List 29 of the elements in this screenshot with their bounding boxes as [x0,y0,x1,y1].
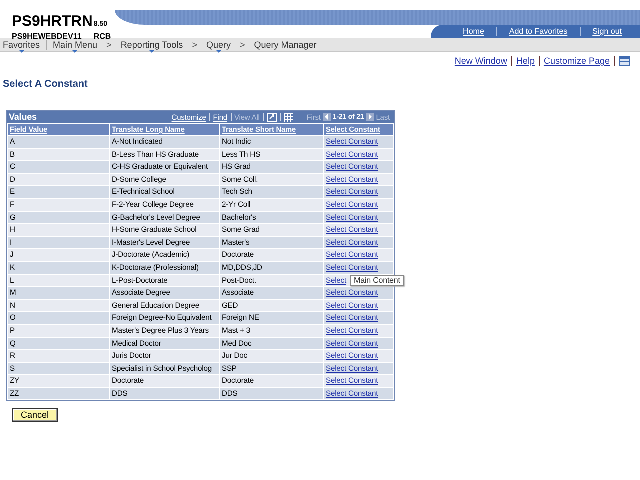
zoom-icon[interactable] [266,112,277,122]
page-link[interactable]: Help [516,56,535,66]
dropdown-icon [18,50,24,52]
user-id: RCB [94,32,112,41]
page-title: Select A Constant [3,79,89,90]
breadcrumb-separator: > [192,40,198,50]
cancel-button[interactable]: Cancel [12,408,58,422]
menu-item[interactable]: Main Menu [53,40,98,52]
menu-item[interactable]: Query Manager [254,40,317,52]
header-link[interactable]: Home [451,27,496,36]
dropdown-icon [149,50,155,52]
server-name: PS9HEWEBDEV11 [12,32,82,41]
menu-item[interactable]: Favorites [3,40,40,52]
database-name: PS9HRTRN [12,13,93,30]
download-grid-icon[interactable] [284,112,293,122]
breadcrumb-separator: > [240,40,246,50]
header-link[interactable]: Add to Favorites [496,27,580,36]
page-link[interactable]: New Window [454,56,508,66]
grid-caption: Values [9,112,38,122]
menu-item[interactable]: Reporting Tools [120,40,184,52]
personalize-icon[interactable] [619,56,630,66]
breadcrumb-separator: > [106,40,112,50]
menu-item[interactable]: Query [206,40,231,52]
page-link[interactable]: Customize Page [544,56,610,66]
dropdown-icon [216,50,222,52]
previous-icon [322,113,331,121]
dropdown-icon [72,50,78,52]
next-icon[interactable] [366,113,374,121]
header-link[interactable]: Sign out [580,27,634,36]
